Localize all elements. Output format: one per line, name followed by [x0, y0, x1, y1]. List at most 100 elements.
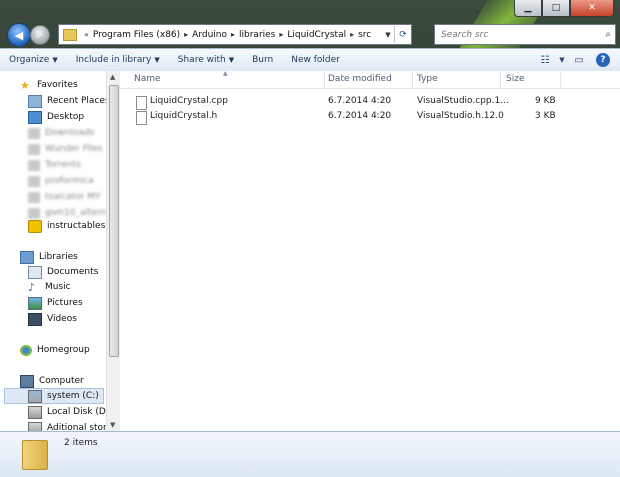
recent-places-icon: [28, 94, 42, 108]
nav-scrollbar[interactable]: ▲ ▼: [106, 71, 120, 431]
nav-blurred-label: gsm10_alternate: [45, 208, 106, 218]
column-name[interactable]: Name: [134, 74, 161, 84]
pictures-icon: [28, 296, 42, 310]
file-size: 3 KB: [535, 111, 556, 121]
folder-icon: [28, 207, 40, 219]
search-icon[interactable]: ⌕: [605, 29, 611, 40]
header-file-icon: [136, 111, 147, 125]
include-in-library-label: Include in library: [75, 55, 152, 65]
file-row[interactable]: LiquidCrystal.h 6.7.2014 4:20 VisualStud…: [120, 109, 620, 125]
column-divider[interactable]: [500, 71, 501, 88]
nav-blurred-item[interactable]: tsalcator MY: [28, 189, 101, 205]
breadcrumb-libraries[interactable]: libraries: [239, 30, 275, 40]
nav-blurred-item[interactable]: Torrents: [28, 157, 81, 173]
nav-blurred-item[interactable]: proformica: [28, 173, 94, 189]
column-date-modified[interactable]: Date modified: [328, 74, 392, 84]
file-list: ▲ Name Date modified Type Size LiquidCry…: [120, 70, 620, 431]
nav-local-disk-d-label: Local Disk (D:): [47, 407, 106, 417]
folder-icon: [63, 28, 77, 41]
nav-favorites-label: Favorites: [37, 80, 78, 90]
burn-button[interactable]: Burn: [243, 55, 282, 65]
nav-blurred-item[interactable]: Wunder Files: [28, 141, 103, 157]
nav-system-c[interactable]: system (C:): [4, 388, 104, 404]
nav-homegroup-label: Homegroup: [37, 345, 90, 355]
refresh-icon[interactable]: ⟳: [394, 26, 411, 43]
forward-button[interactable]: ▶: [30, 25, 50, 45]
column-divider[interactable]: [324, 71, 325, 88]
view-details-icon[interactable]: ☷: [534, 55, 556, 66]
arrow-left-icon: ◀: [14, 28, 24, 42]
nav-libraries[interactable]: Libraries: [20, 249, 78, 265]
search-input[interactable]: [435, 28, 593, 41]
folder-icon: [28, 127, 40, 139]
system-drive-icon: [28, 389, 42, 403]
overflow-chevron-icon[interactable]: «: [84, 30, 89, 39]
nav-pictures[interactable]: Pictures: [28, 295, 83, 311]
navigation-row: ◀ ▶ « Program Files (x86) ▸ Arduino ▸ li…: [0, 22, 620, 47]
address-bar[interactable]: « Program Files (x86) ▸ Arduino ▸ librar…: [58, 24, 412, 45]
share-with-button[interactable]: Share with ▼: [169, 55, 243, 65]
folder-icon: [28, 159, 40, 171]
scroll-up-icon[interactable]: ▲: [110, 73, 115, 81]
nav-blurred-label: Torrents: [45, 160, 81, 170]
breadcrumb-liquidcrystal[interactable]: LiquidCrystal: [287, 30, 346, 40]
breadcrumb-arduino[interactable]: Arduino: [192, 30, 227, 40]
nav-documents[interactable]: Documents: [28, 264, 98, 280]
file-row[interactable]: LiquidCrystal.cpp 6.7.2014 4:20 VisualSt…: [120, 94, 620, 110]
nav-instructables[interactable]: instructables: [28, 218, 105, 234]
file-date: 6.7.2014 4:20: [328, 111, 392, 121]
hard-drive-icon: [28, 405, 42, 419]
folder-icon: [28, 175, 40, 187]
caption-buttons: ▁ □ ✕: [514, 0, 614, 17]
nav-additional-storage[interactable]: Aditional storag: [28, 420, 106, 431]
nav-scroll-thumb[interactable]: [109, 85, 119, 357]
search-box[interactable]: ⌕: [434, 24, 616, 45]
nav-music[interactable]: ♪ Music: [28, 279, 71, 295]
organize-button[interactable]: Organize ▼: [0, 55, 67, 65]
nav-computer-label: Computer: [39, 376, 84, 386]
file-name: LiquidCrystal.cpp: [150, 96, 228, 106]
help-icon[interactable]: ?: [596, 53, 610, 67]
homegroup-icon: [20, 344, 32, 356]
videos-icon: [28, 312, 42, 326]
back-button[interactable]: ◀: [7, 23, 31, 47]
nav-local-disk-d[interactable]: Local Disk (D:): [28, 404, 106, 420]
nav-blurred-item[interactable]: Downloads: [28, 125, 94, 141]
view-dropdown-icon[interactable]: ▼: [556, 56, 568, 64]
file-date: 6.7.2014 4:20: [328, 96, 392, 106]
breadcrumb-separator-icon[interactable]: ▸: [231, 30, 235, 39]
close-button[interactable]: ✕: [570, 0, 614, 17]
nav-computer[interactable]: Computer: [20, 373, 84, 389]
address-dropdown-icon[interactable]: ▼: [382, 31, 394, 39]
breadcrumb-separator-icon[interactable]: ▸: [184, 30, 188, 39]
nav-favorites[interactable]: ★ Favorites: [20, 77, 78, 93]
scroll-down-icon[interactable]: ▼: [110, 421, 115, 429]
computer-icon: [20, 374, 34, 388]
explorer-window: ▁ □ ✕ ◀ ▶ « Program Files (x86) ▸ Arduin…: [0, 0, 620, 477]
details-pane: 2 items: [0, 431, 620, 477]
nav-blurred-label: tsalcator MY: [45, 192, 101, 202]
nav-homegroup[interactable]: Homegroup: [20, 342, 90, 358]
nav-videos-label: Videos: [47, 314, 77, 324]
maximize-button[interactable]: □: [542, 0, 570, 17]
preview-pane-icon[interactable]: ▭: [568, 55, 590, 66]
breadcrumb-src[interactable]: src: [358, 30, 371, 40]
nav-recent-places[interactable]: Recent Places: [28, 93, 106, 109]
new-folder-button[interactable]: New folder: [282, 55, 349, 65]
column-divider[interactable]: [560, 71, 561, 88]
nav-blurred-label: Downloads: [45, 128, 95, 138]
nav-videos[interactable]: Videos: [28, 311, 77, 327]
breadcrumb-program-files[interactable]: Program Files (x86): [93, 30, 180, 40]
column-divider[interactable]: [412, 71, 413, 88]
folder-icon: [28, 191, 40, 203]
include-in-library-button[interactable]: Include in library ▼: [67, 55, 169, 65]
nav-music-label: Music: [45, 282, 71, 292]
breadcrumb-separator-icon[interactable]: ▸: [279, 30, 283, 39]
column-size[interactable]: Size: [506, 74, 524, 84]
nav-desktop[interactable]: Desktop: [28, 109, 84, 125]
breadcrumb-separator-icon[interactable]: ▸: [350, 30, 354, 39]
item-count: 2 items: [64, 438, 98, 448]
minimize-button[interactable]: ▁: [514, 0, 542, 17]
column-type[interactable]: Type: [417, 74, 438, 84]
share-with-label: Share with: [177, 55, 226, 65]
